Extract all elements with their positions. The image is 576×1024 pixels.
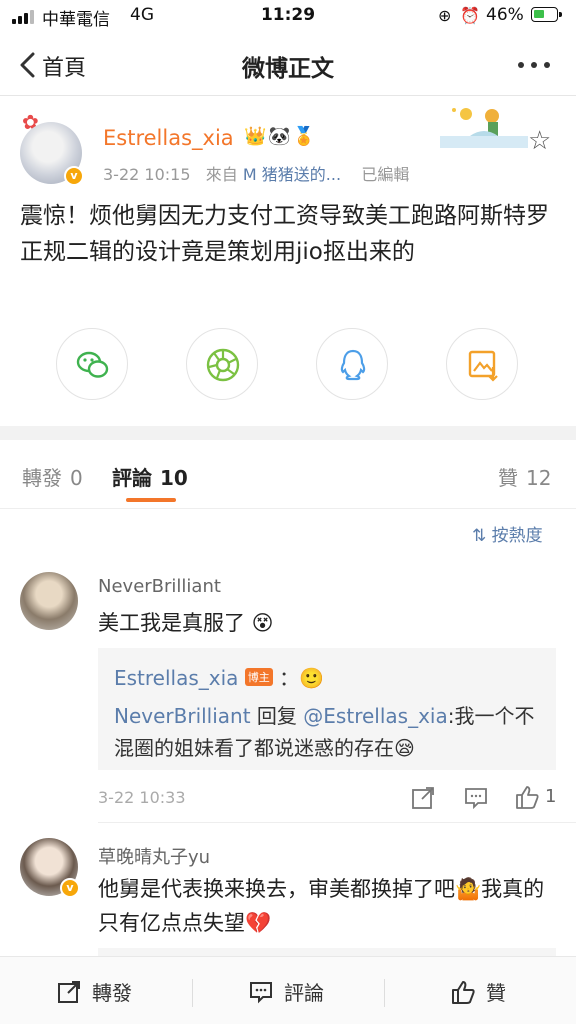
section-divider [0,426,576,440]
status-bar: 中華電信 4G 11:29 ⊕ ⏰ 46% [0,0,576,32]
tab-repost-label: 轉發 [22,466,62,490]
shrug-emoji-icon: 🤷 [455,877,482,901]
orientation-lock-icon: ⊕ [438,6,452,25]
wechat-icon [76,351,109,378]
reply-author[interactable]: Estrellas_xia [114,666,238,690]
share-qq-button[interactable] [316,328,388,400]
repost-icon[interactable] [410,785,436,811]
comment-date: 3-22 10:33 [98,788,186,807]
post-date: 3-22 10:15 [103,165,191,184]
bottom-divider [192,979,193,1007]
battery-percent: 46% [486,5,524,25]
sleepy-emoji-icon: 😪 [394,736,415,760]
share-moments-button[interactable] [186,328,258,400]
bottom-action-bar: 轉發 評論 贊 [0,956,576,1024]
little-prince-decoration-icon [440,108,528,148]
more-options-icon[interactable] [518,62,550,68]
tab-comments-count: 10 [160,466,188,490]
comment-separator [98,822,576,823]
battery-icon [531,7,562,22]
bottom-like-label: 贊 [486,981,506,1005]
post-source[interactable]: M 猪猪送的... [243,165,341,184]
tab-repost-count: 0 [70,466,83,490]
reply-colon: ： [279,666,300,690]
like-icon [452,980,475,1004]
bottom-repost-label: 轉發 [92,981,132,1005]
tab-likes-count: 12 [526,466,552,490]
sort-by-popularity-button[interactable]: ⇅ 按熱度 [472,521,543,546]
sort-icon: ⇅ [472,526,487,546]
tab-repost[interactable]: 轉發 0 [22,462,83,491]
comment-icon[interactable] [463,785,489,811]
comment-avatar[interactable] [20,572,78,630]
author-name[interactable]: Estrellas_xia [103,126,234,150]
comment-like-count: 1 [545,786,557,807]
bottom-comment-label: 評論 [284,981,324,1005]
bottom-like-button[interactable]: 贊 [450,977,506,1006]
edited-label: 已編輯 [361,165,410,184]
qq-icon [340,349,366,381]
sort-label: 按熱度 [491,526,543,546]
comment-text: 美工我是真服了 😵 [98,606,274,640]
save-image-icon [468,350,498,382]
post-body: 震惊！烦他舅因无力支付工资导致美工跑路阿斯特罗正规二辑的设计竟是策划用jio抠出… [20,203,549,265]
alarm-icon: ⏰ [460,6,480,25]
reply-line-author[interactable]: NeverBrilliant [114,704,251,728]
tab-comments-label: 評論 [112,466,152,490]
bottom-divider [384,979,385,1007]
smile-emoji-icon: 🙂 [299,666,325,690]
comment-text-content: 美工我是真服了 [98,611,245,635]
broken-heart-emoji-icon: 💔 [245,911,272,935]
post-source-prefix: 來自 [205,165,238,184]
page-title: 微博正文 [242,56,334,82]
favorite-star-icon[interactable]: ☆ [528,126,551,156]
dizzy-face-emoji-icon: 😵 [245,611,274,635]
moments-icon [206,348,240,382]
bottom-comment-button[interactable]: 評論 [248,977,324,1006]
tab-divider [0,508,576,509]
reply-mention[interactable]: @Estrellas_xia [303,704,447,728]
verified-badge-icon: v [64,166,84,186]
bottom-repost-button[interactable]: 轉發 [56,977,132,1006]
blogger-badge: 博主 [244,668,273,686]
comment-author[interactable]: 草晚晴丸子yu [98,843,210,869]
verified-badge-icon: v [60,878,80,898]
save-image-button[interactable] [446,328,518,400]
navigation-bar: 首頁 微博正文 [0,34,576,96]
tab-comments[interactable]: 評論 10 [112,462,188,491]
weibo-detail-screen: 中華電信 4G 11:29 ⊕ ⏰ 46% 首頁 微博正文 ✿ v Estrel… [0,0,576,1024]
comment-icon [250,981,272,1003]
user-badges-icon[interactable]: 👑🐼🏅 [244,126,317,147]
share-wechat-button[interactable] [56,328,128,400]
comment-author[interactable]: NeverBrilliant [98,576,221,597]
reply-prefix: 回复 [250,704,304,728]
comment-text-content: 他舅是代表换来换去，审美都换掉了吧 [98,877,455,901]
repost-icon [58,980,80,1003]
post-meta: 3-22 10:15 來自 M 猪猪送的... 已編輯 [103,161,409,185]
tab-likes-label: 贊 [498,466,518,490]
tab-likes[interactable]: 贊 12 [498,462,551,491]
reply-box[interactable]: Estrellas_xia 博主 ：🙂 NeverBrilliant 回复 @E… [98,648,556,770]
comment-text: 他舅是代表换来换去，审美都换掉了吧🤷我真的只有亿点点失望💔 [98,872,558,940]
like-icon[interactable] [514,784,540,810]
active-tab-indicator [126,498,176,502]
